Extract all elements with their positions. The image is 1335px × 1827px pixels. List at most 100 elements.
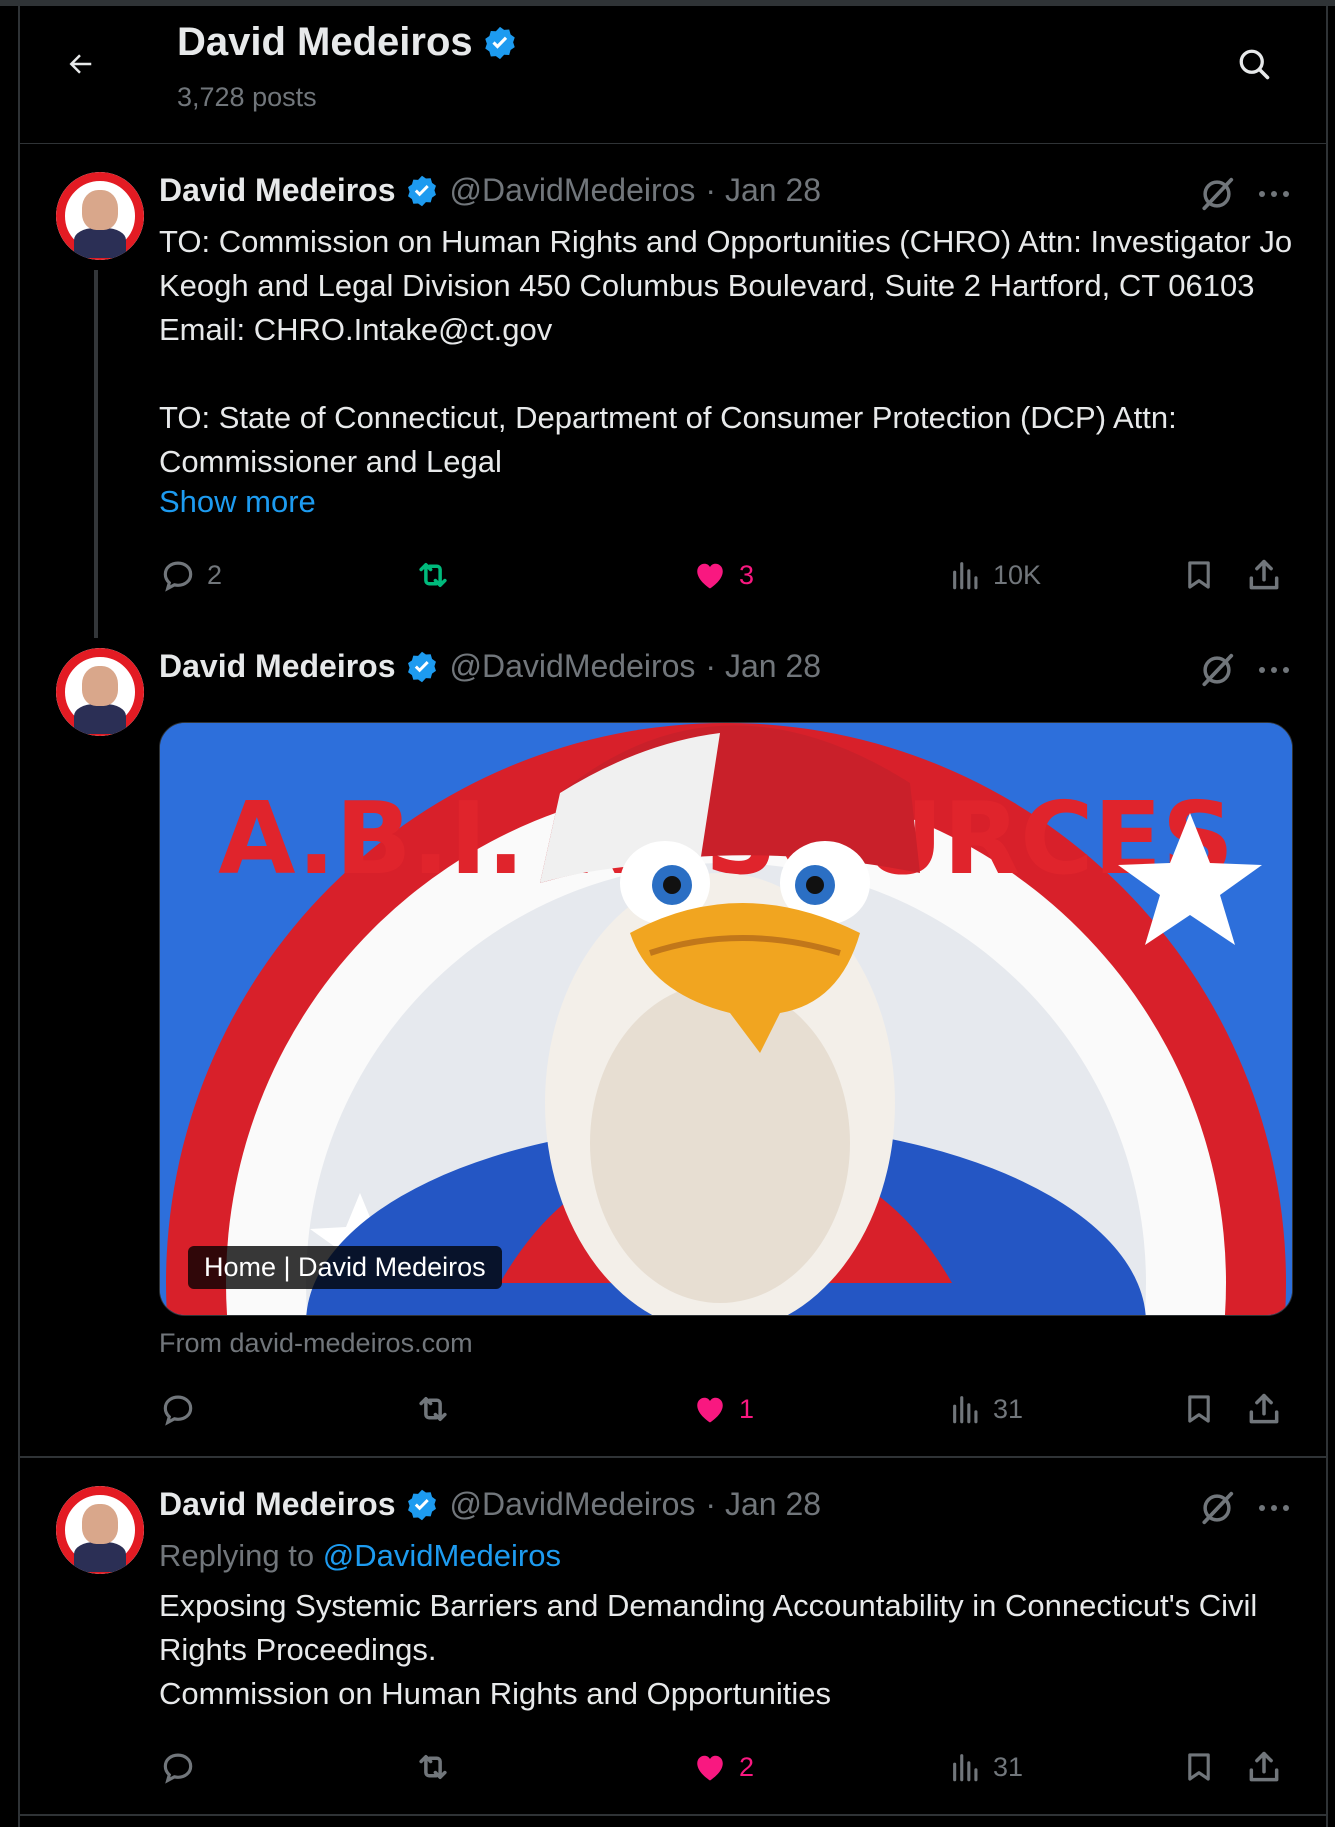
post-date[interactable]: · Jan 28: [705, 1486, 821, 1523]
post-date[interactable]: · Jan 28: [705, 172, 821, 209]
post-divider: [20, 1456, 1326, 1458]
grok-icon: [1202, 1491, 1234, 1525]
author-name[interactable]: David Medeiros: [159, 1486, 396, 1523]
author-handle[interactable]: @DavidMedeiros: [450, 1486, 696, 1523]
bookmark-button[interactable]: [1182, 1387, 1216, 1431]
views-icon: [953, 562, 978, 590]
like-icon: [697, 1397, 723, 1423]
more-icon: [1259, 667, 1289, 673]
avatar-body: [74, 1542, 126, 1572]
bookmark-icon: [1188, 561, 1210, 589]
post-text: Exposing Systemic Barriers and Demanding…: [159, 1588, 1258, 1711]
like-button[interactable]: 2: [691, 1745, 754, 1789]
link-card[interactable]: A.B.I. RESOURCES Home | David Medeiros: [159, 722, 1293, 1316]
share-icon: [1249, 1393, 1279, 1424]
post-meta: David Medeiros @DavidMedeiros · Jan 28: [159, 172, 821, 209]
grok-icon: [1202, 177, 1234, 211]
post-meta: David Medeiros @DavidMedeiros · Jan 28: [159, 1486, 821, 1523]
views-icon: [953, 1396, 978, 1424]
reply-count: 2: [207, 559, 223, 590]
repost-button[interactable]: [413, 1745, 453, 1789]
author-name[interactable]: David Medeiros: [159, 172, 396, 209]
reply-button[interactable]: [159, 1387, 197, 1431]
views-button[interactable]: 10K: [949, 553, 1041, 597]
posts-count: 3,728 posts: [177, 82, 317, 112]
verified-badge-icon: [404, 1487, 440, 1523]
views-icon: [953, 1754, 978, 1782]
card-source[interactable]: From david-medeiros.com: [159, 1328, 473, 1359]
repost-icon: [419, 1396, 447, 1422]
repost-button[interactable]: [413, 553, 453, 597]
verified-badge-icon: [404, 649, 440, 685]
thread-connector: [94, 270, 98, 638]
profile-header: David Medeiros 3,728 posts: [20, 6, 1326, 144]
show-more-link[interactable]: Show more: [159, 484, 316, 520]
like-count: 2: [739, 1751, 755, 1782]
header-title: David Medeiros: [177, 20, 519, 65]
more-icon: [1259, 1505, 1289, 1511]
like-icon: [697, 563, 723, 589]
post-text: TO: Commission on Human Rights and Oppor…: [159, 224, 1293, 479]
author-handle[interactable]: @DavidMedeiros: [450, 172, 696, 209]
author-handle[interactable]: @DavidMedeiros: [450, 648, 696, 685]
like-icon: [697, 1755, 723, 1781]
grok-button[interactable]: [1195, 172, 1239, 216]
views-button[interactable]: 31: [949, 1745, 1023, 1789]
like-button[interactable]: 3: [691, 553, 754, 597]
repost-icon: [419, 1754, 447, 1780]
verified-badge-icon: [404, 173, 440, 209]
views-count: 31: [993, 1393, 1024, 1424]
avatar[interactable]: [56, 648, 144, 736]
card-title: Home | David Medeiros: [188, 1246, 502, 1289]
avatar-face: [82, 190, 118, 230]
share-icon: [1249, 559, 1279, 590]
verified-badge-icon: [484, 26, 515, 59]
bookmark-button[interactable]: [1182, 1745, 1216, 1789]
like-count: 1: [739, 1393, 755, 1424]
post-actions: 2 3 10K: [159, 553, 1309, 597]
grok-button[interactable]: [1195, 648, 1239, 692]
views-count: 10K: [993, 559, 1042, 590]
share-button[interactable]: [1245, 1745, 1283, 1789]
bookmark-icon: [1188, 1395, 1210, 1423]
back-arrow-icon: [69, 54, 92, 74]
search-icon: [1239, 49, 1270, 80]
avatar-face: [82, 666, 118, 706]
bookmark-button[interactable]: [1182, 553, 1216, 597]
replying-to-prefix: Replying to: [159, 1538, 315, 1573]
like-count: 3: [739, 559, 755, 590]
like-button[interactable]: 1: [691, 1387, 754, 1431]
reply-button[interactable]: 2: [159, 553, 222, 597]
more-button[interactable]: [1252, 172, 1296, 216]
more-button[interactable]: [1252, 648, 1296, 692]
card-image: A.B.I. RESOURCES: [160, 723, 1292, 1315]
post-date[interactable]: · Jan 28: [705, 648, 821, 685]
replying-to-handle[interactable]: @DavidMedeiros: [323, 1538, 561, 1573]
views-count: 31: [993, 1751, 1024, 1782]
share-button[interactable]: [1245, 553, 1283, 597]
search-button[interactable]: [1230, 40, 1278, 88]
grok-icon: [1202, 653, 1234, 687]
more-button[interactable]: [1252, 1486, 1296, 1530]
avatar-face: [82, 1504, 118, 1544]
author-name[interactable]: David Medeiros: [159, 648, 396, 685]
repost-button[interactable]: [413, 1387, 453, 1431]
reply-button[interactable]: [159, 1745, 197, 1789]
avatar[interactable]: [56, 172, 144, 260]
repost-icon: [419, 562, 447, 588]
avatar-body: [74, 704, 126, 734]
reply-icon: [163, 1395, 193, 1426]
share-icon: [1249, 1751, 1279, 1782]
reply-icon: [163, 1753, 193, 1784]
more-icon: [1259, 191, 1289, 197]
avatar[interactable]: [56, 1486, 144, 1574]
views-button[interactable]: 31: [949, 1387, 1023, 1431]
back-button[interactable]: [58, 42, 102, 86]
avatar-body: [74, 228, 126, 258]
post-meta: David Medeiros @DavidMedeiros · Jan 28: [159, 648, 821, 685]
share-button[interactable]: [1245, 1387, 1283, 1431]
post-actions: 1 31: [159, 1387, 1309, 1431]
post-actions: 2 31: [159, 1745, 1309, 1789]
post-divider: [20, 1814, 1326, 1816]
grok-button[interactable]: [1195, 1486, 1239, 1530]
